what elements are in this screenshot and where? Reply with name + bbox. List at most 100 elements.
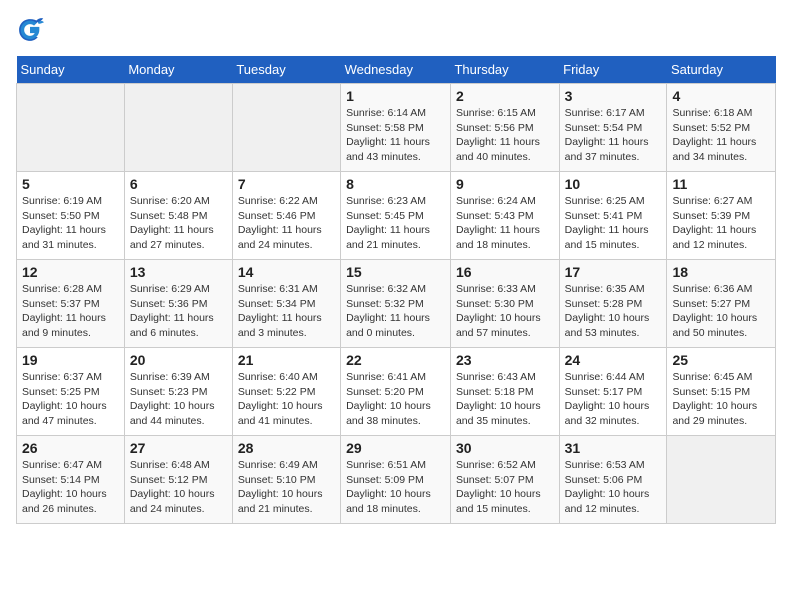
day-number: 10 [565,176,662,192]
day-number: 8 [346,176,445,192]
calendar-cell: 1Sunrise: 6:14 AM Sunset: 5:58 PM Daylig… [341,84,451,172]
day-number: 20 [130,352,227,368]
day-info: Sunrise: 6:24 AM Sunset: 5:43 PM Dayligh… [456,194,554,253]
day-number: 29 [346,440,445,456]
day-info: Sunrise: 6:49 AM Sunset: 5:10 PM Dayligh… [238,458,335,517]
day-number: 17 [565,264,662,280]
day-info: Sunrise: 6:48 AM Sunset: 5:12 PM Dayligh… [130,458,227,517]
day-info: Sunrise: 6:17 AM Sunset: 5:54 PM Dayligh… [565,106,662,165]
calendar-cell: 10 Sunrise: 6:25 AM Sunset: 5:41 PM Dayli… [559,172,667,260]
calendar-week-row: 12 Sunrise: 6:28 AM Sunset: 5:37 PM Dayli… [17,260,776,348]
day-info: Sunrise: 6:36 AM Sunset: 5:27 PM Dayligh… [672,282,770,341]
day-info: Sunrise: 6:28 AM Sunset: 5:37 PM Dayligh… [22,282,119,341]
day-info: Sunrise: 6:15 AM Sunset: 5:56 PM Dayligh… [456,106,554,165]
calendar-cell: 28 Sunrise: 6:49 AM Sunset: 5:10 PM Dayli… [232,436,340,524]
header-sunday: Sunday [17,56,125,84]
calendar-cell: 8 Sunrise: 6:23 AM Sunset: 5:45 PM Daylig… [341,172,451,260]
day-info: Sunrise: 6:14 AM Sunset: 5:58 PM Dayligh… [346,106,445,165]
day-info: Sunrise: 6:20 AM Sunset: 5:48 PM Dayligh… [130,194,227,253]
day-number: 13 [130,264,227,280]
header-thursday: Thursday [450,56,559,84]
day-number: 9 [456,176,554,192]
day-info: Sunrise: 6:25 AM Sunset: 5:41 PM Dayligh… [565,194,662,253]
calendar-cell: 22 Sunrise: 6:41 AM Sunset: 5:20 PM Dayli… [341,348,451,436]
calendar-week-row: 26Sunrise: 6:47 AM Sunset: 5:14 PM Dayli… [17,436,776,524]
calendar-cell: 4 Sunrise: 6:18 AM Sunset: 5:52 PM Daylig… [667,84,776,172]
day-info: Sunrise: 6:39 AM Sunset: 5:23 PM Dayligh… [130,370,227,429]
calendar-cell: 5 Sunrise: 6:19 AM Sunset: 5:50 PM Daylig… [17,172,125,260]
day-number: 19 [22,352,119,368]
day-number: 28 [238,440,335,456]
calendar-cell: 31 Sunrise: 6:53 AM Sunset: 5:06 PM Dayli… [559,436,667,524]
calendar-cell: 18 Sunrise: 6:36 AM Sunset: 5:27 PM Dayli… [667,260,776,348]
day-info: Sunrise: 6:45 AM Sunset: 5:15 PM Dayligh… [672,370,770,429]
day-number: 18 [672,264,770,280]
calendar-cell: 25 Sunrise: 6:45 AM Sunset: 5:15 PM Dayli… [667,348,776,436]
calendar-cell: 9 Sunrise: 6:24 AM Sunset: 5:43 PM Daylig… [450,172,559,260]
calendar-cell: 3 Sunrise: 6:17 AM Sunset: 5:54 PM Daylig… [559,84,667,172]
calendar-cell: 17 Sunrise: 6:35 AM Sunset: 5:28 PM Dayli… [559,260,667,348]
calendar-cell: 11 Sunrise: 6:27 AM Sunset: 5:39 PM Dayli… [667,172,776,260]
day-number: 6 [130,176,227,192]
day-info: Sunrise: 6:35 AM Sunset: 5:28 PM Dayligh… [565,282,662,341]
day-info: Sunrise: 6:18 AM Sunset: 5:52 PM Dayligh… [672,106,770,165]
calendar-header-row: SundayMondayTuesdayWednesdayThursdayFrid… [17,56,776,84]
calendar-cell: 7 Sunrise: 6:22 AM Sunset: 5:46 PM Daylig… [232,172,340,260]
calendar-cell: 20 Sunrise: 6:39 AM Sunset: 5:23 PM Dayli… [124,348,232,436]
page-header [16,16,776,44]
day-number: 22 [346,352,445,368]
calendar-week-row: 1Sunrise: 6:14 AM Sunset: 5:58 PM Daylig… [17,84,776,172]
calendar-cell: 14Sunrise: 6:31 AM Sunset: 5:34 PM Dayli… [232,260,340,348]
day-number: 12 [22,264,119,280]
day-number: 4 [672,88,770,104]
calendar-cell: 23Sunrise: 6:43 AM Sunset: 5:18 PM Dayli… [450,348,559,436]
day-info: Sunrise: 6:37 AM Sunset: 5:25 PM Dayligh… [22,370,119,429]
calendar-cell [17,84,125,172]
header-saturday: Saturday [667,56,776,84]
day-info: Sunrise: 6:44 AM Sunset: 5:17 PM Dayligh… [565,370,662,429]
day-info: Sunrise: 6:33 AM Sunset: 5:30 PM Dayligh… [456,282,554,341]
calendar-cell [232,84,340,172]
calendar-cell [667,436,776,524]
day-number: 31 [565,440,662,456]
day-info: Sunrise: 6:40 AM Sunset: 5:22 PM Dayligh… [238,370,335,429]
calendar-cell: 26Sunrise: 6:47 AM Sunset: 5:14 PM Dayli… [17,436,125,524]
calendar-cell: 15Sunrise: 6:32 AM Sunset: 5:32 PM Dayli… [341,260,451,348]
day-number: 11 [672,176,770,192]
day-info: Sunrise: 6:23 AM Sunset: 5:45 PM Dayligh… [346,194,445,253]
calendar-table: SundayMondayTuesdayWednesdayThursdayFrid… [16,56,776,524]
calendar-cell: 29Sunrise: 6:51 AM Sunset: 5:09 PM Dayli… [341,436,451,524]
calendar-week-row: 5 Sunrise: 6:19 AM Sunset: 5:50 PM Daylig… [17,172,776,260]
header-tuesday: Tuesday [232,56,340,84]
logo-icon [16,16,44,44]
day-number: 2 [456,88,554,104]
calendar-cell: 12 Sunrise: 6:28 AM Sunset: 5:37 PM Dayli… [17,260,125,348]
calendar-cell: 13 Sunrise: 6:29 AM Sunset: 5:36 PM Dayli… [124,260,232,348]
day-number: 27 [130,440,227,456]
day-info: Sunrise: 6:47 AM Sunset: 5:14 PM Dayligh… [22,458,119,517]
day-number: 5 [22,176,119,192]
day-number: 15 [346,264,445,280]
day-number: 14 [238,264,335,280]
day-number: 7 [238,176,335,192]
calendar-cell: 21 Sunrise: 6:40 AM Sunset: 5:22 PM Dayli… [232,348,340,436]
day-info: Sunrise: 6:19 AM Sunset: 5:50 PM Dayligh… [22,194,119,253]
day-number: 23 [456,352,554,368]
calendar-cell: 24Sunrise: 6:44 AM Sunset: 5:17 PM Dayli… [559,348,667,436]
calendar-cell: 16Sunrise: 6:33 AM Sunset: 5:30 PM Dayli… [450,260,559,348]
day-info: Sunrise: 6:41 AM Sunset: 5:20 PM Dayligh… [346,370,445,429]
day-info: Sunrise: 6:22 AM Sunset: 5:46 PM Dayligh… [238,194,335,253]
day-number: 3 [565,88,662,104]
day-number: 25 [672,352,770,368]
day-info: Sunrise: 6:53 AM Sunset: 5:06 PM Dayligh… [565,458,662,517]
calendar-cell: 19 Sunrise: 6:37 AM Sunset: 5:25 PM Dayli… [17,348,125,436]
calendar-cell: 27 Sunrise: 6:48 AM Sunset: 5:12 PM Dayli… [124,436,232,524]
calendar-cell [124,84,232,172]
day-number: 21 [238,352,335,368]
calendar-week-row: 19 Sunrise: 6:37 AM Sunset: 5:25 PM Dayli… [17,348,776,436]
day-info: Sunrise: 6:27 AM Sunset: 5:39 PM Dayligh… [672,194,770,253]
logo [16,16,48,44]
calendar-cell: 6 Sunrise: 6:20 AM Sunset: 5:48 PM Daylig… [124,172,232,260]
header-wednesday: Wednesday [341,56,451,84]
day-info: Sunrise: 6:29 AM Sunset: 5:36 PM Dayligh… [130,282,227,341]
